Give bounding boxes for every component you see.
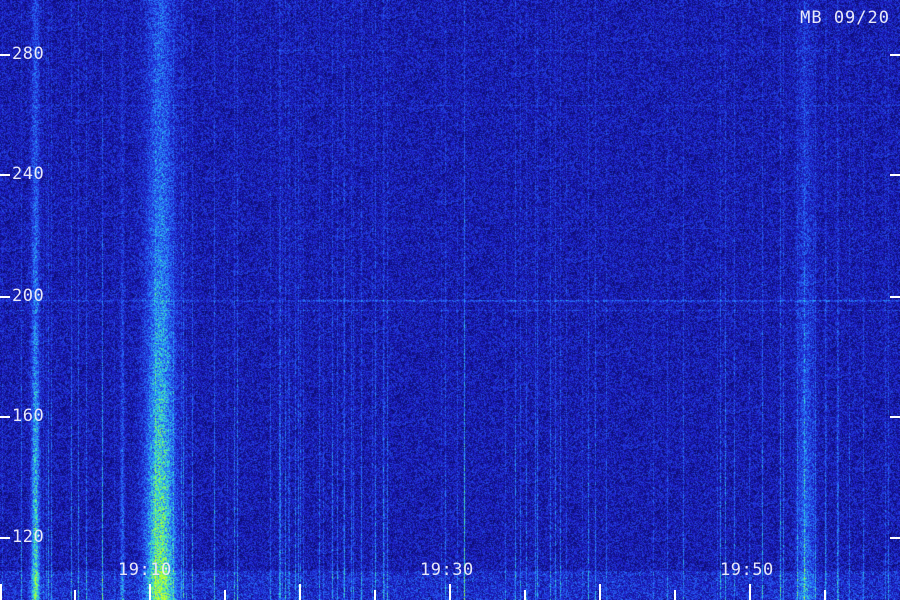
x-tick-mark [0,584,2,600]
x-tick-mark-minor [824,590,826,600]
spectrogram-image [0,0,900,600]
y-tick-mark-right [890,54,900,56]
y-tick-mark [0,296,10,298]
x-tick-mark [149,584,151,600]
y-tick-mark [0,54,10,56]
y-tick-mark [0,416,10,418]
x-tick-label-1930: 19:30 [420,560,474,580]
x-tick-label-1910: 19:10 [118,560,172,580]
x-tick-mark [599,584,601,600]
y-tick-mark [0,537,10,539]
x-tick-mark-minor [224,590,226,600]
y-tick-label-280: 280 [12,44,45,64]
y-tick-mark-right [890,296,900,298]
x-tick-mark [749,584,751,600]
y-tick-label-200: 200 [12,286,45,306]
station-date-label: MB 09/20 [800,8,890,28]
y-tick-mark-right [890,537,900,539]
x-tick-mark [299,584,301,600]
y-tick-label-120: 120 [12,527,45,547]
x-tick-mark-minor [74,590,76,600]
x-tick-mark-minor [524,590,526,600]
x-tick-mark [449,584,451,600]
y-tick-mark-right [890,174,900,176]
y-tick-label-160: 160 [12,406,45,426]
spectrogram-view: MB 09/20 280 240 200 160 120 19:10 19:30… [0,0,900,600]
y-tick-mark-right [890,416,900,418]
y-tick-label-240: 240 [12,164,45,184]
x-tick-label-1950: 19:50 [720,560,774,580]
x-tick-mark-minor [374,590,376,600]
y-tick-mark [0,174,10,176]
x-tick-mark-minor [674,590,676,600]
